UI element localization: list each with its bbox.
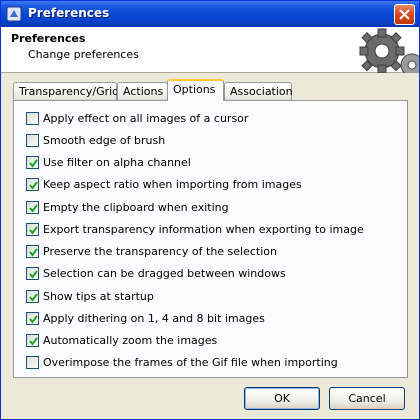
- header-title: Preferences: [11, 32, 86, 45]
- option-show-tips[interactable]: Show tips at startup: [26, 288, 154, 304]
- checkbox[interactable]: [26, 222, 39, 236]
- option-apply-dithering[interactable]: Apply dithering on 1, 4 and 8 bit images: [26, 310, 265, 326]
- option-label: Use filter on alpha channel: [43, 155, 191, 169]
- option-preserve-transparency[interactable]: Preserve the transparency of the selecti…: [26, 243, 277, 259]
- header-subtitle: Change preferences: [28, 48, 139, 61]
- check-icon: [29, 336, 38, 346]
- option-label: Apply dithering on 1, 4 and 8 bit images: [43, 311, 265, 325]
- window-title: Preferences: [28, 6, 110, 20]
- check-icon: [29, 269, 38, 279]
- tab-association[interactable]: Association: [224, 82, 293, 101]
- option-label: Show tips at startup: [43, 289, 154, 303]
- option-label: Preserve the transparency of the selecti…: [43, 244, 277, 258]
- option-label: Apply effect on all images of a cursor: [43, 111, 249, 125]
- checkbox[interactable]: [26, 266, 39, 280]
- close-button[interactable]: [394, 4, 415, 25]
- close-icon: [399, 9, 410, 20]
- checkbox[interactable]: [26, 333, 39, 347]
- option-export-transparency[interactable]: Export transparency information when exp…: [26, 221, 364, 237]
- tab-transparency-grid[interactable]: Transparency/Grid: [13, 82, 119, 101]
- checkbox[interactable]: [26, 244, 39, 258]
- option-label: Keep aspect ratio when importing from im…: [43, 177, 302, 191]
- option-apply-effect[interactable]: Apply effect on all images of a cursor: [26, 110, 248, 126]
- preferences-window: Preferences Preferences Change preferenc…: [0, 0, 420, 420]
- option-smooth-edge[interactable]: Smooth edge of brush: [26, 132, 165, 148]
- option-label: Automatically zoom the images: [43, 333, 218, 347]
- check-icon: [29, 292, 38, 302]
- check-icon: [29, 203, 38, 213]
- option-label: Overimpose the frames of the Gif file wh…: [43, 355, 338, 369]
- checkbox[interactable]: [26, 311, 39, 325]
- tab-actions[interactable]: Actions: [117, 82, 168, 101]
- gears-icon: [324, 27, 419, 73]
- tab-options[interactable]: Options: [167, 79, 224, 101]
- checkbox[interactable]: [26, 200, 39, 214]
- option-label: Export transparency information when exp…: [43, 222, 364, 236]
- cancel-button[interactable]: Cancel: [329, 387, 405, 410]
- option-auto-zoom[interactable]: Automatically zoom the images: [26, 332, 217, 348]
- option-use-filter[interactable]: Use filter on alpha channel: [26, 154, 191, 170]
- app-icon: [6, 6, 22, 22]
- check-icon: [29, 247, 38, 257]
- checkbox[interactable]: [26, 355, 39, 369]
- check-icon: [29, 225, 38, 235]
- option-keep-aspect[interactable]: Keep aspect ratio when importing from im…: [26, 176, 302, 192]
- checkbox[interactable]: [26, 111, 39, 125]
- checkbox[interactable]: [26, 133, 39, 147]
- option-label: Selection can be dragged between windows: [43, 266, 286, 280]
- checkbox[interactable]: [26, 155, 39, 169]
- check-icon: [29, 180, 38, 190]
- option-label: Empty the clipboard when exiting: [43, 200, 229, 214]
- option-empty-clipboard[interactable]: Empty the clipboard when exiting: [26, 199, 229, 215]
- check-icon: [29, 314, 38, 324]
- ok-button[interactable]: OK: [244, 387, 320, 410]
- title-bar[interactable]: Preferences: [1, 1, 419, 27]
- option-label: Smooth edge of brush: [43, 133, 166, 147]
- options-panel: Apply effect on all images of a cursor S…: [13, 100, 408, 378]
- option-overimpose-gif[interactable]: Overimpose the frames of the Gif file wh…: [26, 354, 338, 370]
- checkbox[interactable]: [26, 177, 39, 191]
- checkbox[interactable]: [26, 289, 39, 303]
- header-panel: Preferences Change preferences: [1, 27, 419, 73]
- option-selection-dragged[interactable]: Selection can be dragged between windows: [26, 265, 286, 281]
- check-icon: [29, 158, 38, 168]
